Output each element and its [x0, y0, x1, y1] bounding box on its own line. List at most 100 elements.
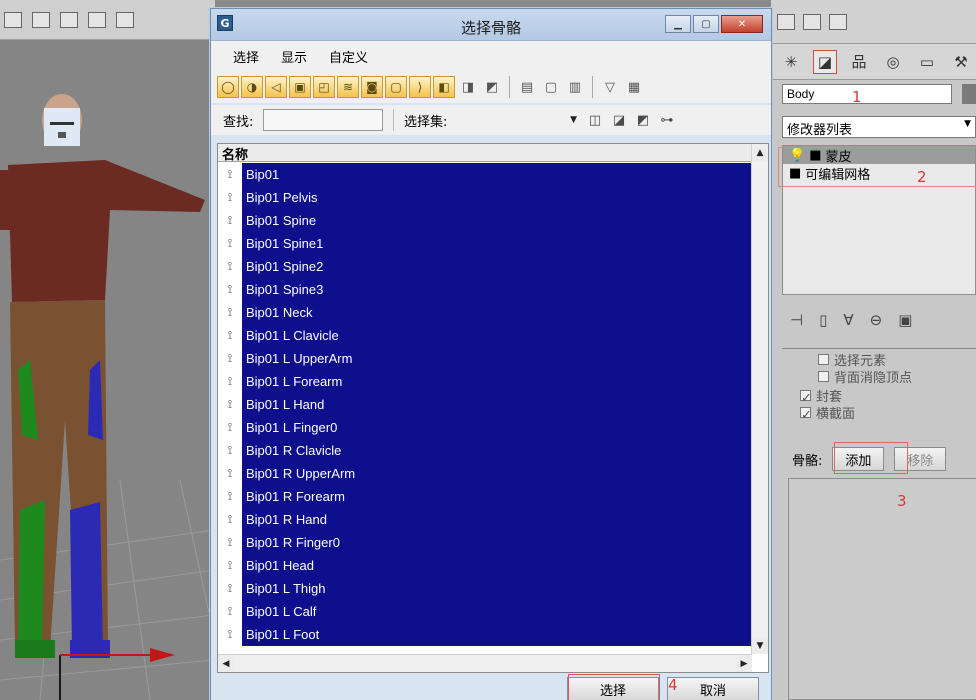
checkbox[interactable]	[818, 371, 829, 382]
find-input[interactable]	[263, 109, 383, 131]
bone-row[interactable]: ⟟ Bip01 L Finger0	[218, 416, 752, 439]
bone-row[interactable]: ⟟ Bip01 R Finger0	[218, 531, 752, 554]
make-unique-icon[interactable]: ∀	[843, 311, 853, 329]
checkbox-checked[interactable]: ✓	[800, 407, 812, 423]
select-button[interactable]: 选择	[567, 677, 659, 700]
scroll-left-icon[interactable]: ◀	[218, 655, 234, 672]
bone-row[interactable]: ⟟ Bip01 Neck	[218, 301, 752, 324]
shapes-filter-icon[interactable]: ◑	[241, 76, 263, 98]
title-bar[interactable]: G 选择骨骼 ▁ ▢ ✕	[211, 9, 771, 41]
selection-set-dropdown[interactable]: ▼	[461, 109, 581, 131]
modify-tab-icon[interactable]: ◪	[813, 49, 837, 74]
options-icon[interactable]: ▦	[623, 76, 645, 98]
select-move-icon[interactable]	[4, 11, 22, 28]
minimize-icon[interactable]: ▁	[665, 15, 691, 33]
checkbox[interactable]	[818, 354, 829, 365]
teapot-render-icon[interactable]	[829, 13, 847, 30]
teapot-icon[interactable]	[803, 13, 821, 30]
bone-row[interactable]: ⟟ Bip01 Spine	[218, 209, 752, 232]
bone-row[interactable]: ⟟ Bip01 R UpperArm	[218, 462, 752, 485]
chevron-down-icon: ▼	[570, 115, 577, 125]
skin-bone-list[interactable]	[788, 478, 976, 700]
option-envelopes[interactable]: ✓ 封套	[800, 387, 976, 406]
hierarchy-view-icon[interactable]: ⊶	[657, 110, 677, 130]
maximize-icon[interactable]: ▢	[693, 15, 719, 33]
name-column-header[interactable]: 名称	[218, 144, 752, 163]
object-color-swatch[interactable]	[962, 84, 976, 104]
stack-toolbar: ⊣ ▯ ∀ ⊖ ▣	[782, 305, 976, 335]
cameras-filter-icon[interactable]: ▣	[289, 76, 311, 98]
hierarchy-tab-icon[interactable]: 品	[847, 50, 871, 74]
display-tab-icon[interactable]: ▭	[915, 50, 939, 74]
checkbox-checked[interactable]: ✓	[800, 390, 812, 406]
groups-filter-icon[interactable]: ◙	[361, 76, 383, 98]
remove-bone-button[interactable]: 移除	[894, 447, 947, 471]
viewport[interactable]	[0, 0, 215, 700]
vertical-scrollbar[interactable]: ▲ ▼	[751, 144, 768, 654]
option-backface-cull[interactable]: 背面消隐顶点	[818, 368, 976, 386]
bone-row[interactable]: ⟟ Bip01 L Calf	[218, 600, 752, 623]
select-invert-icon[interactable]: ▥	[564, 76, 586, 98]
render-icon[interactable]	[777, 13, 795, 30]
remove-set-icon[interactable]: ◪	[609, 110, 629, 130]
filter-icon[interactable]: ▽	[599, 76, 621, 98]
option-select-element[interactable]: 选择元素	[818, 351, 976, 369]
bones-filter-icon[interactable]: ⟩	[409, 76, 431, 98]
bone-name: Bip01 L Finger0	[242, 416, 752, 439]
option-cross-sections[interactable]: ✓ 横截面	[800, 404, 976, 423]
menu-customize[interactable]: 自定义	[329, 47, 368, 66]
bone-row[interactable]: ⟟ Bip01 Spine2	[218, 255, 752, 278]
create-tab-icon[interactable]: ✳	[779, 50, 803, 74]
lights-filter-icon[interactable]: ◁	[265, 76, 287, 98]
edit-set-icon[interactable]: ◩	[633, 110, 653, 130]
show-end-result-icon[interactable]: ▯	[819, 311, 827, 329]
menu-select[interactable]: 选择	[233, 47, 259, 66]
select-all-icon[interactable]: ▤	[516, 76, 538, 98]
percent-snap-icon[interactable]	[116, 11, 134, 28]
bone-row[interactable]: ⟟ Bip01	[218, 163, 752, 186]
bone-row[interactable]: ⟟ Bip01 R Hand	[218, 508, 752, 531]
bone-name: Bip01 Spine2	[242, 255, 752, 278]
close-icon[interactable]: ✕	[721, 15, 763, 33]
bone-row[interactable]: ⟟ Bip01 Head	[218, 554, 752, 577]
cancel-button[interactable]: 取消	[667, 677, 759, 700]
bone-row[interactable]: ⟟ Bip01 L Foot	[218, 623, 752, 646]
scroll-right-icon[interactable]: ▶	[736, 655, 752, 672]
spacewarps-filter-icon[interactable]: ≋	[337, 76, 359, 98]
modifier-list-dropdown[interactable]: 修改器列表 ▼	[782, 116, 976, 138]
scroll-track[interactable]	[752, 161, 768, 637]
configure-sets-icon[interactable]: ▣	[898, 311, 912, 329]
scroll-up-icon[interactable]: ▲	[752, 144, 768, 161]
bone-row[interactable]: ⟟ Bip01 L UpperArm	[218, 347, 752, 370]
save-icon[interactable]	[60, 11, 78, 28]
bone-row[interactable]: ⟟ Bip01 R Forearm	[218, 485, 752, 508]
snap-icon[interactable]	[88, 11, 106, 28]
add-set-icon[interactable]: ◫	[585, 110, 605, 130]
helpers-filter-icon[interactable]: ◰	[313, 76, 335, 98]
annotation-3: 3	[897, 492, 907, 510]
bone-row[interactable]: ⟟ Bip01 L Thigh	[218, 577, 752, 600]
motion-tab-icon[interactable]: ◎	[881, 50, 905, 74]
containers-filter-icon[interactable]: ◧	[433, 76, 455, 98]
bone-row[interactable]: ⟟ Bip01 L Clavicle	[218, 324, 752, 347]
geometry-filter-icon[interactable]: ◯	[217, 76, 239, 98]
object-name-field[interactable]	[782, 84, 952, 104]
pin-stack-icon[interactable]: ⊣	[790, 311, 803, 329]
bone-row[interactable]: ⟟ Bip01 Spine1	[218, 232, 752, 255]
bone-row[interactable]: ⟟ Bip01 R Clavicle	[218, 439, 752, 462]
xrefs-filter-icon[interactable]: ▢	[385, 76, 407, 98]
utilities-tab-icon[interactable]: ⚒	[949, 50, 973, 74]
bone-row[interactable]: ⟟ Bip01 L Hand	[218, 393, 752, 416]
bone-row[interactable]: ⟟ Bip01 Pelvis	[218, 186, 752, 209]
bone-row[interactable]: ⟟ Bip01 L Forearm	[218, 370, 752, 393]
scroll-down-icon[interactable]: ▼	[752, 637, 768, 654]
menu-display[interactable]: 显示	[281, 47, 307, 66]
hidden-filter-icon[interactable]: ◩	[481, 76, 503, 98]
bone-row[interactable]: ⟟ Bip01 Spine3	[218, 278, 752, 301]
frozen-filter-icon[interactable]: ◨	[457, 76, 479, 98]
horizontal-scrollbar[interactable]: ◀ ▶	[218, 654, 752, 672]
select-none-icon[interactable]: ▢	[540, 76, 562, 98]
add-bone-button[interactable]: 添加	[832, 447, 885, 471]
hierarchy-icon[interactable]	[32, 11, 50, 28]
remove-modifier-icon[interactable]: ⊖	[870, 311, 883, 329]
